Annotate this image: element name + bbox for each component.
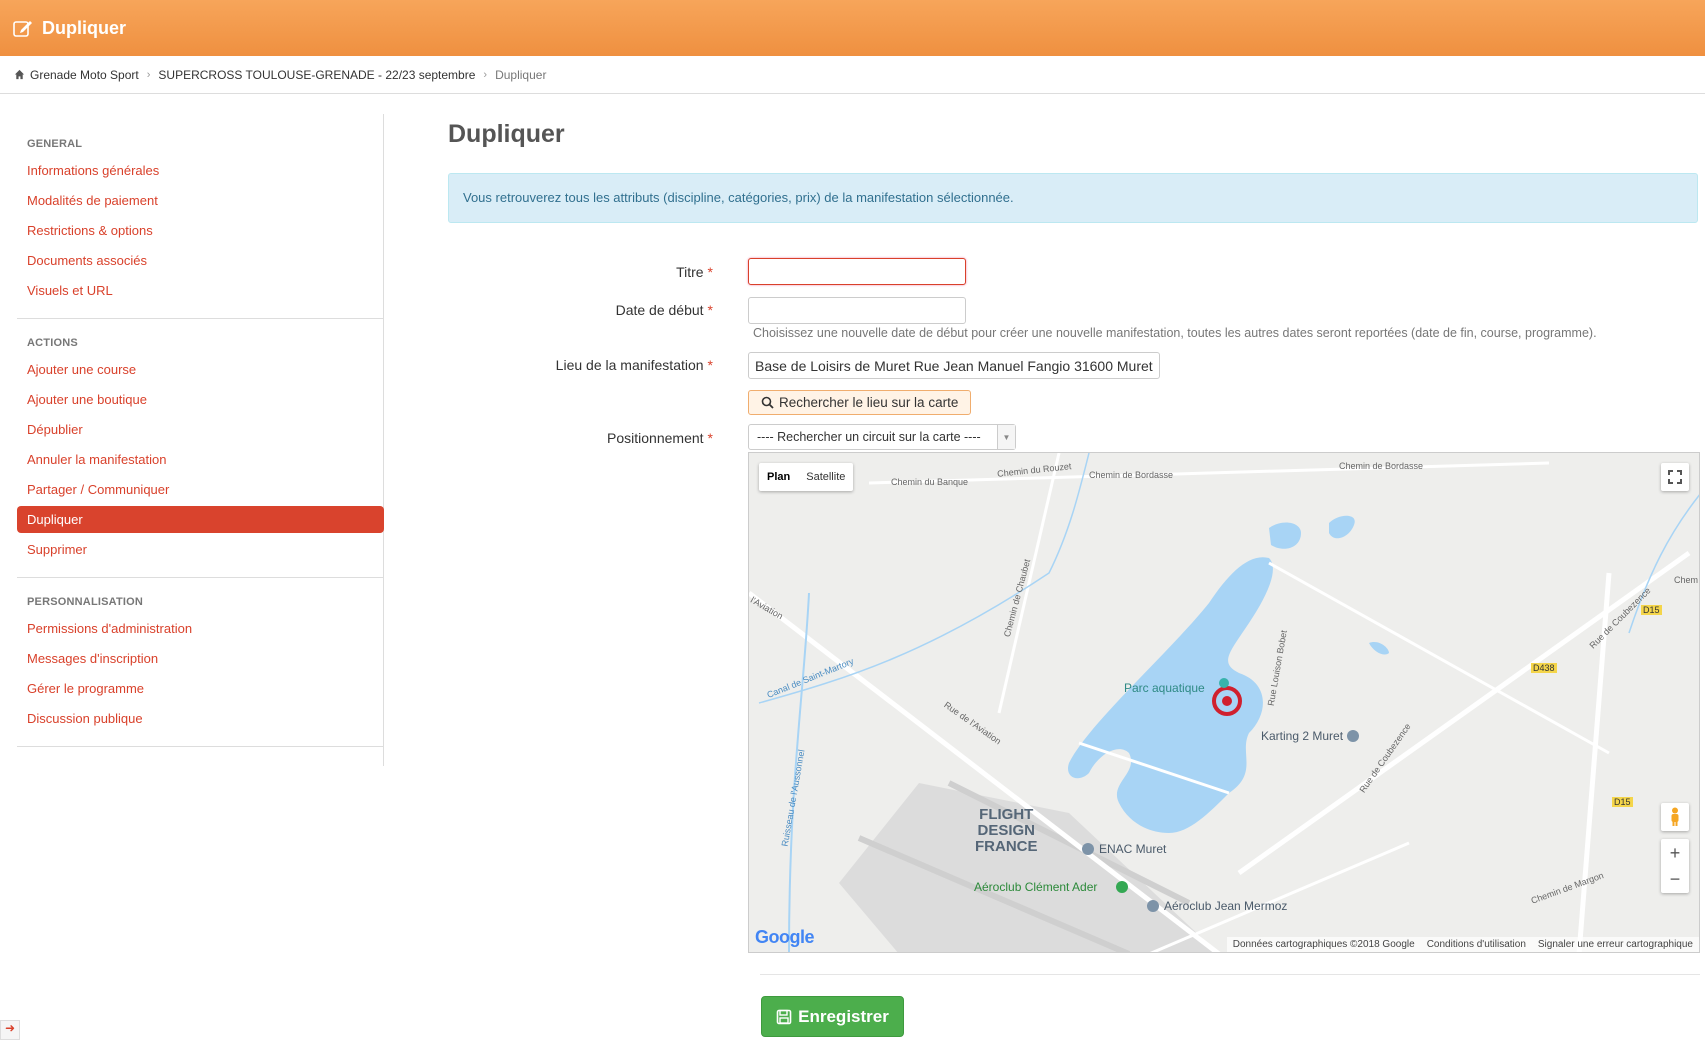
map-label-france: FRANCE	[975, 838, 1038, 855]
sidebar-item-programme[interactable]: Gérer le programme	[17, 674, 384, 704]
map-label-flight-design: FLIGHT DESIGN FRANCE	[975, 807, 1038, 855]
header-title: Dupliquer	[42, 17, 126, 38]
map-label-aeroclub-ader: Aéroclub Clément Ader	[974, 880, 1098, 894]
fullscreen-icon[interactable]	[1661, 463, 1689, 491]
map-footer-terms[interactable]: Conditions d'utilisation	[1427, 939, 1526, 950]
titre-label: Titre *	[463, 264, 713, 280]
form-divider	[760, 974, 1700, 975]
search-location-label: Rechercher le lieu sur la carte	[779, 395, 959, 410]
sidebar-divider	[17, 746, 384, 747]
map-label-aeroclub-mermoz: Aéroclub Jean Mermoz	[1164, 899, 1288, 913]
required-mark: *	[707, 264, 713, 280]
map-footer: Données cartographiques ©2018 Google Con…	[1226, 937, 1699, 952]
date-label-text: Date de début	[615, 302, 704, 318]
sidebar-item-depublier[interactable]: Dépublier	[17, 415, 384, 445]
home-icon	[14, 69, 25, 80]
circuit-select[interactable]: ---- Rechercher un circuit sur la carte …	[748, 424, 1016, 450]
map-canvas	[749, 453, 1699, 952]
sidebar-item-permissions[interactable]: Permissions d'administration	[17, 614, 384, 644]
map-label-d15-2: D15	[1612, 797, 1633, 807]
sidebar-divider	[17, 577, 384, 578]
zoom-in-icon[interactable]: +	[1670, 840, 1681, 866]
map-type-plan[interactable]: Plan	[759, 463, 798, 491]
sidebar-item-supprimer[interactable]: Supprimer	[17, 535, 384, 565]
sidebar-item-partager[interactable]: Partager / Communiquer	[17, 475, 384, 505]
info-alert: Vous retrouverez tous les attributs (dis…	[448, 173, 1698, 223]
map-label-chem: Chem	[1674, 575, 1699, 585]
map[interactable]: Parc aquatique Karting 2 Muret ENAC Mure…	[748, 452, 1700, 953]
breadcrumb-separator-icon: ›	[146, 68, 151, 81]
positionnement-label: Positionnement *	[463, 430, 713, 446]
chevron-down-icon: ▼	[997, 425, 1015, 449]
sidebar-group-actions: ACTIONS	[27, 337, 78, 349]
lieu-label: Lieu de la manifestation *	[463, 357, 713, 373]
map-label-design: DESIGN	[977, 822, 1035, 839]
arrow-right-icon[interactable]: ➜	[0, 1020, 20, 1040]
map-label-karting: Karting 2 Muret	[1261, 729, 1344, 743]
breadcrumb-current: Dupliquer	[495, 67, 547, 82]
required-mark: *	[707, 357, 713, 373]
breadcrumb-home[interactable]: Grenade Moto Sport	[30, 68, 139, 82]
map-type-toggle: Plan Satellite	[759, 463, 854, 491]
sidebar-item-documents[interactable]: Documents associés	[17, 246, 384, 276]
google-logo-text: Google	[755, 927, 815, 947]
map-type-satellite[interactable]: Satellite	[798, 463, 853, 491]
sidebar-item-annuler[interactable]: Annuler la manifestation	[17, 445, 384, 475]
map-label-d438: D438	[1531, 663, 1557, 673]
search-icon	[761, 396, 774, 409]
map-label-banque: Chemin du Banque	[891, 477, 969, 487]
sidebar-divider	[17, 318, 384, 319]
date-help-text: Choisissez une nouvelle date de début po…	[753, 326, 1597, 340]
sidebar-group-general: GENERAL	[27, 138, 83, 150]
map-label-bordasse-2: Chemin de Bordasse	[1339, 461, 1424, 471]
save-button-label: Enregistrer	[798, 1006, 889, 1026]
google-logo: Google	[755, 927, 815, 948]
sidebar-item-visuels[interactable]: Visuels et URL	[17, 276, 384, 306]
sidebar-item-ajouter-boutique[interactable]: Ajouter une boutique	[17, 385, 384, 415]
main-content: Dupliquer Vous retrouverez tous les attr…	[448, 120, 1698, 223]
positionnement-label-text: Positionnement	[607, 430, 704, 446]
breadcrumb-separator-icon: ›	[483, 68, 488, 81]
titre-label-text: Titre	[676, 264, 704, 280]
map-footer-data: Données cartographiques ©2018 Google	[1232, 939, 1415, 950]
titre-input[interactable]	[748, 258, 966, 285]
search-location-button[interactable]: Rechercher le lieu sur la carte	[748, 390, 972, 415]
save-button[interactable]: Enregistrer	[761, 996, 904, 1037]
sidebar-item-informations[interactable]: Informations générales	[17, 156, 384, 186]
save-icon	[776, 1009, 792, 1024]
zoom-out-icon[interactable]: −	[1670, 866, 1681, 892]
sidebar-item-dupliquer[interactable]: Dupliquer	[17, 506, 384, 533]
required-mark: *	[707, 302, 713, 318]
lieu-input[interactable]	[748, 352, 1160, 379]
sidebar-group-personnalisation: PERSONNALISATION	[27, 596, 144, 608]
top-bar: Dupliquer	[0, 0, 1705, 56]
required-mark: *	[707, 430, 713, 446]
map-footer-report[interactable]: Signaler une erreur cartographique	[1538, 939, 1693, 950]
map-label-enac: ENAC Muret	[1099, 842, 1167, 856]
sidebar: GENERAL Informations générales Modalités…	[17, 114, 384, 766]
breadcrumb: Grenade Moto Sport › SUPERCROSS TOULOUSE…	[0, 56, 1705, 94]
sidebar-item-restrictions[interactable]: Restrictions & options	[17, 216, 384, 246]
sidebar-item-ajouter-course[interactable]: Ajouter une course	[17, 355, 384, 385]
street-view-icon[interactable]	[1661, 803, 1689, 831]
sidebar-item-paiement[interactable]: Modalités de paiement	[17, 186, 384, 216]
zoom-controls: + −	[1661, 839, 1689, 893]
date-label: Date de début *	[463, 302, 713, 318]
map-label-d15: D15	[1641, 605, 1662, 615]
map-label-parc: Parc aquatique	[1124, 681, 1205, 695]
sidebar-item-discussion[interactable]: Discussion publique	[17, 704, 384, 734]
date-debut-input[interactable]	[748, 297, 966, 324]
page-title: Dupliquer	[448, 120, 565, 148]
breadcrumb-event[interactable]: SUPERCROSS TOULOUSE-GRENADE - 22/23 sept…	[158, 68, 475, 82]
map-label-flight: FLIGHT	[979, 806, 1034, 823]
map-label-bordasse: Chemin de Bordasse	[1089, 470, 1174, 480]
edit-icon	[13, 21, 32, 37]
sidebar-item-messages[interactable]: Messages d'inscription	[17, 644, 384, 674]
lieu-label-text: Lieu de la manifestation	[555, 357, 704, 373]
circuit-select-value: ---- Rechercher un circuit sur la carte …	[757, 430, 981, 444]
